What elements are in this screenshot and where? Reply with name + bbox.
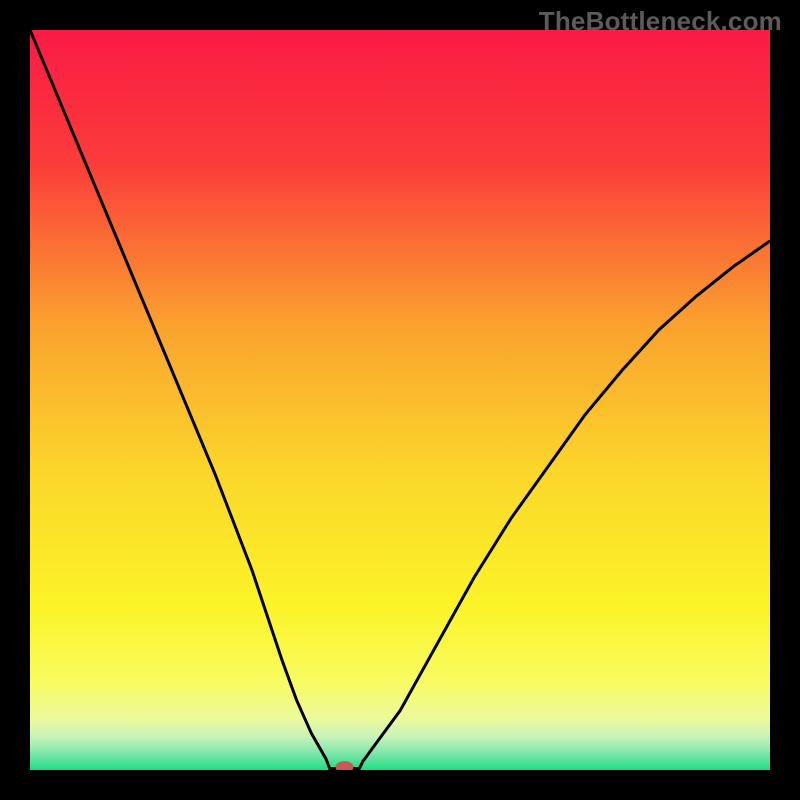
gradient-background: [30, 30, 770, 770]
watermark-text: TheBottleneck.com: [539, 6, 782, 37]
bottleneck-chart: [30, 30, 770, 770]
chart-container: TheBottleneck.com: [0, 0, 800, 800]
